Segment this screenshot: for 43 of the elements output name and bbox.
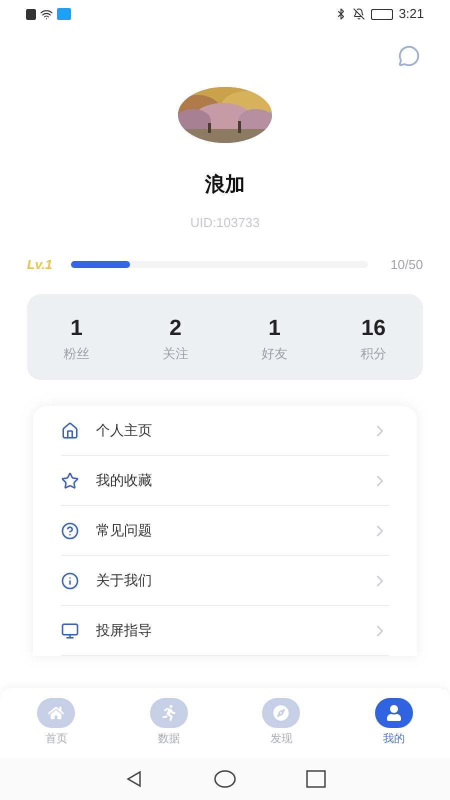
app-icon (57, 8, 71, 20)
menu-item[interactable]: 投屏指导 (61, 606, 389, 656)
stat-value: 1 (268, 314, 281, 342)
wifi-icon (40, 8, 53, 20)
star-icon (61, 472, 79, 490)
menu-label: 我的收藏 (96, 471, 153, 490)
back-icon[interactable] (124, 769, 144, 789)
home-circle-icon[interactable] (214, 770, 236, 788)
menu-label: 常见问题 (96, 521, 153, 540)
menu-label: 个人主页 (96, 421, 153, 440)
user-name: 浪加 (205, 172, 245, 198)
monitor-icon (61, 622, 79, 640)
tab-label: 首页 (45, 732, 68, 748)
stat-value: 2 (169, 314, 182, 342)
user-id: UID:103733 (190, 214, 260, 232)
bell-off-icon (352, 8, 365, 20)
home-icon (48, 705, 64, 722)
menu-label: 投屏指导 (96, 621, 153, 640)
recents-icon[interactable] (306, 770, 326, 788)
stat-label: 关注 (162, 344, 188, 363)
home-icon (61, 422, 79, 440)
tab-label: 我的 (382, 732, 405, 748)
stat-label: 粉丝 (64, 344, 90, 363)
stat-label: 好友 (262, 344, 288, 363)
level-label: Lv.1 (27, 256, 54, 274)
runner-icon (160, 705, 177, 722)
battery-icon (370, 8, 393, 20)
stat-value: 1 (70, 314, 83, 342)
stat-label: 积分 (360, 344, 386, 363)
menu-item[interactable]: 个人主页 (61, 406, 389, 456)
info-icon (61, 572, 79, 590)
tab-label: 发现 (270, 732, 292, 748)
stat-value: 16 (361, 314, 386, 342)
menu-item[interactable]: 关于我们 (61, 556, 389, 606)
menu-item[interactable]: 我的收藏 (61, 456, 389, 506)
compass-icon (273, 705, 290, 722)
menu-item[interactable]: 常见问题 (61, 506, 389, 556)
menu-label: 关于我们 (96, 571, 153, 590)
tab-label: 数据 (158, 732, 180, 748)
help-icon (61, 522, 79, 540)
tab[interactable]: 我的 (338, 698, 450, 748)
user-icon (386, 705, 402, 722)
status-time: 3:21 (398, 5, 424, 24)
